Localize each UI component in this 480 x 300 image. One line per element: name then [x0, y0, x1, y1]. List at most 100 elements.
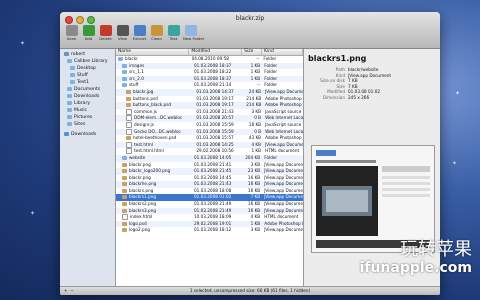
file-kind: Adobe Photoshop Image	[265, 95, 303, 101]
clean-label: Clean	[151, 36, 162, 41]
file-kind: JView.app Document	[265, 88, 303, 94]
table-row[interactable]: logo2.png 01.03.2008 18:12 3 KB JView.app D…	[116, 227, 303, 234]
sidebar-item[interactable]: Test1	[60, 79, 115, 86]
table-row[interactable]: website 01.03.2008 14:05 204 KB Folder	[116, 154, 303, 162]
sidebar-item[interactable]: Downloads	[60, 131, 115, 138]
table-row[interactable]: blackrhe.png 01.03.2008 21:43 16 KB JView.a…	[116, 181, 303, 188]
folder-icon	[67, 121, 72, 126]
image-file-icon	[122, 175, 127, 180]
file-kind: Web Internet Location	[265, 115, 303, 121]
table-row[interactable]: blackrs3.png 01.03.2008 21:49 16 KB JView.a…	[116, 207, 303, 215]
file-size: 1 KB	[250, 220, 261, 226]
file-kind: JView.app Document	[264, 194, 303, 200]
table-row[interactable]: blackr.png 01.03.2008 21:41 3 KB JView.app …	[116, 162, 303, 169]
file-name-cell: DOM-elem...DC.webloc	[116, 115, 196, 122]
sidebar-item[interactable]: Library	[60, 100, 115, 107]
view-button[interactable]: View	[115, 25, 130, 41]
save-icon	[65, 25, 78, 36]
table-row[interactable]: buttons_black.psd 01.03.2008 19:17 214 KB A…	[116, 102, 303, 109]
file-kind: Adobe Photoshop Image	[265, 102, 303, 108]
file-name-cell: blackr	[116, 56, 192, 63]
table-row[interactable]: logo.psd 29.02.2008 19:01 1 KB Adobe Photos…	[116, 220, 303, 228]
test-label: Test	[169, 36, 178, 41]
clean-button[interactable]: Clean	[149, 25, 164, 41]
sidebar-item-label: Calibre Library	[74, 59, 108, 64]
table-row[interactable]: index.html 10.03.2008 18:09 4 KB HTML docum…	[116, 214, 303, 221]
table-row[interactable]: stuff 01.03.2008 21:14 -- Folder	[116, 82, 303, 89]
sidebar-item[interactable]: robert	[60, 51, 115, 58]
table-row[interactable]: blackrs1.png 01.03.2008 01:02 7 KB JView.ap…	[116, 194, 303, 202]
file-name: blackr.png	[129, 174, 151, 180]
file-kind: JView.app Document	[264, 168, 303, 174]
sidebar-item[interactable]: Calibre Library	[60, 58, 115, 65]
document-icon	[126, 121, 132, 128]
folder-icon	[70, 79, 75, 84]
add-icon	[82, 25, 95, 36]
table-row[interactable]: buttons.psd 01.03.2008 19:17 214 KB Adobe P…	[116, 96, 303, 103]
preview-filename: blackrs1.png	[308, 54, 367, 63]
window-title: blackr.zip	[235, 15, 265, 22]
test-button[interactable]: Test	[166, 25, 181, 41]
add-button[interactable]: Add	[81, 25, 96, 41]
file-name: images	[129, 62, 145, 68]
file-size: 23 KB	[247, 168, 261, 174]
folder-icon	[67, 93, 72, 98]
column-kind-header[interactable]: Kind	[262, 49, 303, 55]
folder-icon	[122, 83, 127, 88]
table-row[interactable]: src_2.0 01.03.2008 18:37 1 KB Folder	[116, 75, 303, 83]
column-modified-header[interactable]: Modified	[189, 49, 243, 55]
table-row[interactable]: blackr.png 01.03.2008 14:45 16 KB JView.app…	[116, 175, 303, 182]
file-name-cell: common.js	[116, 108, 196, 116]
file-name-cell: blackrs.png	[116, 188, 194, 195]
file-name-cell: test.html	[116, 141, 196, 149]
sidebar-item-label: Stuff	[77, 73, 88, 78]
save-button[interactable]: Save	[64, 25, 79, 41]
file-kind: HTML document	[265, 148, 300, 154]
table-row[interactable]: blackr.jpg 01.03.2008 14:37 24 KB JView.app…	[116, 88, 303, 96]
file-kind: JView.app Document	[264, 174, 303, 180]
delete-button[interactable]: Delete	[98, 25, 113, 41]
star-decoration: ✦	[452, 160, 458, 167]
table-row[interactable]: DOM-elem...DC.webloc 01.03.2008 20:57 0 BW…	[116, 115, 303, 122]
sidebar-item[interactable]: Documents	[60, 86, 115, 93]
table-row[interactable]: hotel-beethoven.psd 01.03.2008 15:57 43 KB…	[116, 135, 303, 142]
table-row[interactable]: images 01.03.2008 18:37 1 KB Folder	[116, 62, 303, 70]
table-row[interactable]: src_1.1 01.03.2008 18:22 1 KB Folder	[116, 69, 303, 76]
file-kind: Folder	[264, 154, 278, 160]
sidebar-item[interactable]: Sites	[60, 121, 115, 128]
table-row[interactable]: blackrs2.png 01.03.2008 21:49 16 KB JView.a…	[116, 201, 303, 208]
table-row[interactable]: test.html 01.03.2008 14:25 4 KB JView.app D…	[116, 141, 303, 149]
column-name-header[interactable]: Name	[116, 49, 190, 55]
table-row[interactable]: blackr_logo200.png 01.03.2008 21:45 23 KB J…	[116, 168, 303, 175]
extract-icon	[133, 25, 146, 36]
table-row[interactable]: common.js 01.03.2008 21:43 3 KB JavaScript …	[116, 108, 303, 116]
table-row[interactable]: blackr 04.08.2010 09:58 -- Folder	[116, 56, 303, 63]
folder-icon	[122, 70, 127, 75]
sidebar-item[interactable]: Stuff	[60, 72, 115, 79]
archive-window: blackr.zip Save Add Delete View Extract Clean…	[60, 12, 440, 295]
document-icon	[126, 115, 132, 122]
sidebar-item-label: Downloads	[74, 94, 100, 99]
extract-button[interactable]: Extract	[132, 25, 147, 41]
sidebar-item[interactable]: Desktop	[60, 65, 115, 72]
sidebar-item[interactable]: Pictures	[60, 114, 115, 121]
table-row[interactable]: designr.js 01.03.2008 15:59 18 KB JavaScrip…	[116, 121, 303, 129]
file-size: 3 KB	[250, 161, 261, 167]
meta-value: blackr/website	[348, 67, 379, 72]
table-row[interactable]: blackrs.png 01.03.2008 18:08 16 KB JView.ap…	[116, 188, 303, 195]
file-size: 1 KB	[250, 62, 261, 68]
view-icon	[116, 25, 129, 36]
sidebar-item[interactable]: Downloads	[60, 93, 115, 100]
file-kind: Folder	[264, 62, 278, 68]
file-size: 16 KB	[247, 174, 261, 180]
file-name-cell: src_1.1	[116, 69, 194, 76]
new-folder-button[interactable]: New Folder	[183, 25, 204, 41]
file-size: 4 KB	[251, 141, 262, 147]
star-decoration: ✦	[20, 40, 26, 47]
column-size-header[interactable]: Size	[242, 49, 263, 55]
file-modified: 01.03.2008 14:05	[193, 154, 232, 160]
table-row[interactable]: Gecko DO...DC.webloc 01.03.2008 15:59 0 BW…	[116, 128, 303, 136]
table-row[interactable]: test.html.html 29.02.2008 10:56 1 KB HTML d…	[116, 148, 303, 155]
sidebar-item[interactable]: Music	[60, 107, 115, 114]
file-modified: 01.03.2008 18:08	[193, 187, 232, 193]
